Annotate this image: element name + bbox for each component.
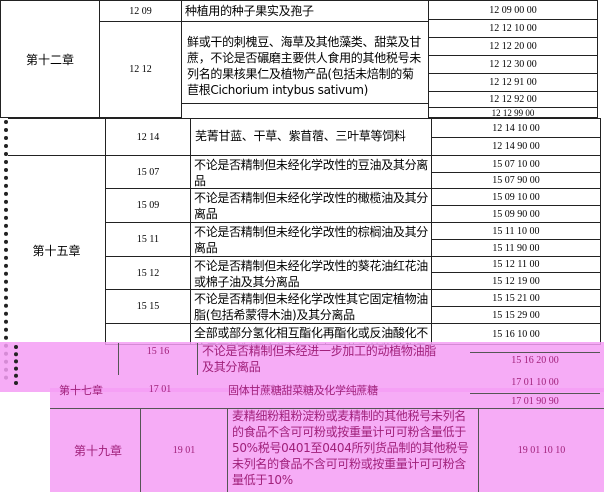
code-15-15-29-00: 15 15 29 00 (431, 306, 601, 324)
chapter-15-cell: 第十五章 (8, 155, 106, 345)
pink-desc-19-01: 麦精细粉粗粉淀粉或麦精制的其他税号未列名的食品不含可可粉或按重量计可可粉含量低于… (232, 409, 469, 487)
code-12-12-92-00: 12 12 92 00 (428, 91, 598, 108)
pink-code-17-01-10-00: 17 01 10 00 (511, 376, 559, 388)
code-15-12-19-00: 15 12 19 00 (431, 272, 601, 290)
desc-12-14: 芜菁甘蓝、干草、紫苜蓿、三叶草等饲料 (190, 118, 432, 156)
code-12-14-10-00: 12 14 10 00 (431, 118, 601, 138)
desc-12-12: 鲜或干的刺槐豆、海草及其他藻类、甜菜及甘蔗，不论是否碾磨主要供人食用的其他税号未… (181, 21, 429, 104)
desc-12-09: 种植用的种子果实及孢子 (181, 0, 429, 22)
heading-12-14: 12 14 (105, 118, 191, 156)
pink-code-17-01-90-90: 17 01 90 90 (470, 393, 600, 409)
heading-15-15: 15 15 (105, 289, 191, 324)
code-12-12-20-00: 12 12 20 00 (428, 37, 598, 56)
code-15-12-11-00: 15 12 11 00 (431, 256, 601, 273)
chapter-blank-cell (8, 118, 106, 156)
code-15-09-10-00: 15 09 10 00 (431, 188, 601, 206)
pink-chapter-19: 第十九章 (73, 443, 122, 458)
pink-code-15-16-20-00: 15 16 20 00 (470, 352, 600, 368)
code-15-11-10-00: 15 11 10 00 (431, 222, 601, 240)
code-12-09-00-00: 12 09 00 00 (428, 0, 598, 20)
heading-15-07: 15 07 (105, 155, 191, 189)
code-15-07-10-00: 15 07 10 00 (431, 155, 601, 173)
code-12-12-91-00: 12 12 91 00 (428, 73, 598, 92)
desc-15-09: 不论是否精制但未经化学改性的橄榄油及其分离品 (190, 188, 432, 223)
code-15-15-21-00: 15 15 21 00 (431, 289, 601, 307)
code-15-09-90-00: 15 09 90 00 (431, 205, 601, 223)
code-12-12-10-00: 12 12 10 00 (428, 19, 598, 38)
heading-15-11: 15 11 (105, 222, 191, 257)
pink-heading-19-01: 19 01 (172, 444, 196, 456)
pink-desc-15-16: 不论是否精制但未经进一步加工的动植物油脂及其分离品 (202, 344, 437, 374)
chapter-12-cell: 第十二章 (0, 0, 100, 118)
heading-15-12: 15 12 (105, 256, 191, 290)
pink-desc-17-01: 固体甘蔗糖甜菜糖及化学纯蔗糖 (228, 384, 378, 397)
pink-heading-15-16: 15 16 (118, 343, 198, 375)
pink-code-19-01-10-10: 19 01 10 10 (478, 408, 604, 492)
desc-15-11: 不论是否精制但未经化学改性的棕榈油及其分离品 (190, 222, 432, 257)
pink-heading-17-01: 17 01 (148, 383, 172, 395)
code-12-12-99-00: 12 12 99 00 (428, 107, 598, 118)
code-12-12-30-00: 12 12 30 00 (428, 55, 598, 74)
code-15-11-90-00: 15 11 90 00 (431, 239, 601, 257)
heading-15-09: 15 09 (105, 188, 191, 223)
pink-heading-15-16-text: 15 16 (146, 345, 170, 357)
code-12-14-90-00: 12 14 90 00 (431, 137, 601, 156)
code-15-07-90-00: 15 07 90 00 (431, 172, 601, 189)
chapter-12-label: 第十二章 (25, 52, 74, 67)
desc-15-15: 不论是否精制但未经化学改性其它固定植物油脂(包括希蒙得木油)及其分离品 (190, 289, 432, 324)
desc-15-12: 不论是否精制但未经化学改性的葵花油红花油或棉子油及其分离品 (190, 256, 432, 290)
pink-heading-19-01-cell: 19 01 (140, 408, 228, 492)
heading-12-12: 12 12 (99, 21, 182, 118)
page-break-marker-2 (14, 345, 18, 385)
desc-15-07: 不论是否精制但未经化学改性的豆油及其分离品 (190, 155, 432, 189)
chapter-15-label: 第十五章 (32, 244, 81, 258)
heading-12-09: 12 09 (99, 0, 182, 22)
pink-chapter-17: 第十七章 (59, 384, 103, 397)
